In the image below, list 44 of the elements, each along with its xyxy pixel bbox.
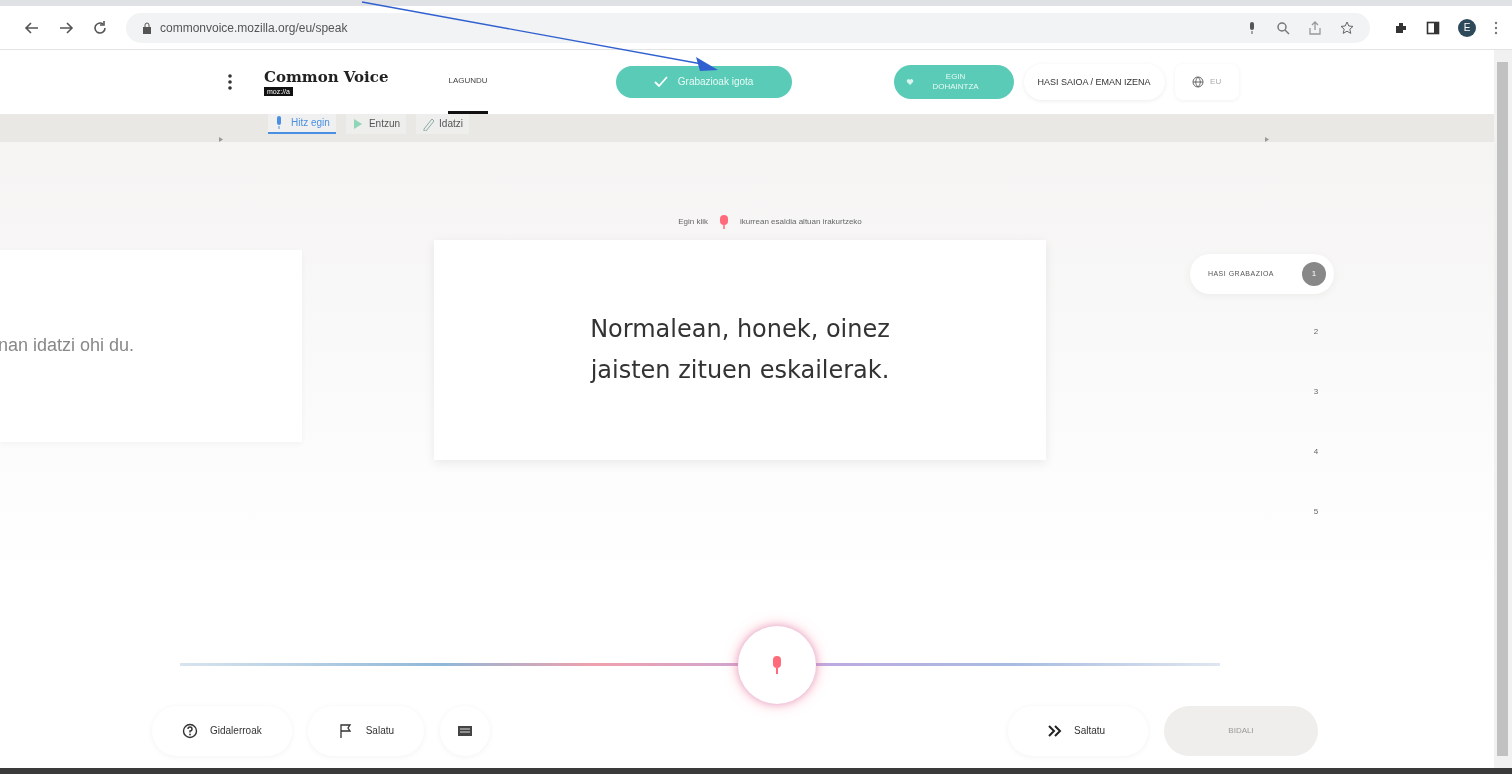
caret-icon[interactable] [218, 135, 224, 142]
step-number: 2 [1312, 326, 1320, 339]
puzzle-icon[interactable] [1394, 20, 1408, 35]
pen-icon [422, 116, 435, 131]
flag-icon [337, 722, 354, 739]
nav-tab[interactable]: Idatzi [416, 113, 469, 134]
microphone-icon [770, 654, 784, 675]
scrollbar-thumb[interactable] [1497, 62, 1508, 756]
caret-icon[interactable] [1264, 135, 1270, 142]
sidebar-icon[interactable] [1426, 20, 1440, 35]
microphone-icon [717, 213, 730, 230]
address-bar[interactable]: commonvoice.mozilla.org/eu/speak [126, 12, 1370, 43]
step-number: 4 [1312, 446, 1320, 459]
scrollbar[interactable] [1494, 50, 1512, 768]
logo-title[interactable]: Common Voice [264, 67, 389, 86]
back-icon[interactable] [24, 19, 40, 36]
globe-icon [1192, 75, 1205, 88]
zoom-icon[interactable] [1276, 20, 1290, 35]
url-text: commonvoice.mozilla.org/eu/speak [160, 20, 348, 35]
profile-avatar[interactable]: E [1458, 18, 1476, 37]
more-icon[interactable] [1494, 20, 1498, 35]
step-number: 1 [1302, 261, 1326, 286]
share-icon[interactable] [1308, 20, 1322, 35]
instruction-text: Egin klik [678, 217, 708, 227]
heart-icon [905, 77, 914, 86]
check-icon [653, 75, 668, 88]
forward-icon[interactable] [58, 19, 74, 36]
sentence-text: Normalean, honek, oinez jaisten zituen eskailerak. [589, 313, 891, 386]
help-icon [182, 722, 198, 739]
reload-icon[interactable] [92, 19, 108, 36]
menu-icon[interactable] [228, 73, 232, 90]
skip-icon [1048, 724, 1062, 737]
instruction-text: ikurrean esaldia altuan irakurtzeko [739, 217, 862, 227]
star-icon[interactable] [1340, 20, 1354, 35]
skip-button[interactable]: Saltatu [1008, 705, 1148, 756]
lock-icon [142, 21, 152, 34]
previous-sentence: nan idatzi ohi du. [0, 335, 135, 357]
login-button[interactable]: HASI SAIOA / EMAN IZENA [1023, 63, 1165, 100]
step-number: 5 [1312, 506, 1320, 519]
nav-tab[interactable]: Entzun [345, 113, 407, 134]
step-number: 3 [1312, 386, 1320, 399]
guidelines-button[interactable]: Gidalerroak [152, 705, 292, 756]
report-button[interactable]: Salatu [307, 705, 425, 756]
play-icon [351, 116, 364, 131]
